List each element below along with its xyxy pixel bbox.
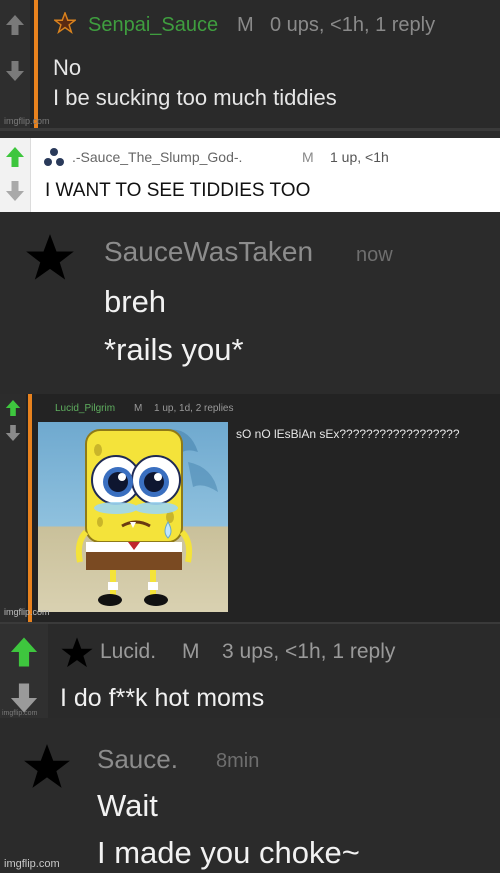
username-link[interactable]: SauceWasTaken: [104, 236, 313, 268]
upvote-button[interactable]: [8, 636, 40, 668]
gender-label: M: [134, 403, 143, 414]
downvote-button[interactable]: [3, 58, 27, 84]
comment-line-2: I be sucking too much tiddies: [53, 85, 337, 110]
accent-bar: [28, 394, 32, 622]
comment-body: Senpai_Sauce M 0 ups, <1h, 1 reply No I …: [40, 0, 500, 128]
vote-column: [0, 138, 31, 212]
comment-sauce: Sauce. 8min Wait I made you choke~ imgfl…: [0, 718, 500, 873]
comment-senpai-sauce: Senpai_Sauce M 0 ups, <1h, 1 reply No I …: [0, 0, 500, 131]
comment-time: now: [356, 244, 393, 266]
comment-line-1: I do f**k hot moms: [60, 684, 265, 712]
avatar: [44, 148, 64, 166]
upvote-arrow-icon: [5, 400, 21, 416]
comment-lucid: Lucid. M 3 ups, <1h, 1 reply I do f**k h…: [0, 622, 500, 720]
comment-line-1: sO nO lEsBiAn sEx??????????????????: [236, 427, 460, 441]
watermark: imgflip.com: [4, 116, 50, 126]
comment-lucid-pilgrim: Lucid_Pilgrim M 1 up, 1d, 2 replies sO n…: [0, 394, 500, 622]
upvote-button[interactable]: [3, 144, 27, 170]
upvote-button[interactable]: [2, 397, 24, 419]
downvote-button[interactable]: [3, 178, 27, 204]
comment-meta: 1 up, 1d, 2 replies: [154, 403, 234, 414]
star-icon: [54, 12, 76, 34]
vote-column: [0, 0, 30, 128]
comment-line-1: breh: [104, 284, 167, 319]
watermark: imgflip.com: [4, 858, 60, 870]
comment-meta: 1 up, <1h: [330, 149, 389, 165]
gender-label: M: [302, 149, 314, 165]
gender-label: M: [237, 14, 254, 36]
upvote-arrow-icon: [6, 15, 24, 35]
upvote-arrow-icon: [6, 147, 24, 167]
comment-line-1: I WANT TO SEE TIDDIES TOO: [45, 180, 311, 201]
comment-line-1: Wait: [97, 788, 158, 823]
star-icon: [26, 234, 74, 280]
downvote-arrow-icon: [5, 425, 21, 441]
downvote-arrow-icon: [6, 61, 24, 81]
username-link[interactable]: Senpai_Sauce: [88, 14, 218, 37]
star-icon: [61, 637, 93, 668]
comment-line-2: I made you choke~: [97, 835, 360, 870]
username-link[interactable]: .-Sauce_The_Slump_God-.: [72, 149, 242, 165]
username-link[interactable]: Lucid_Pilgrim: [55, 403, 115, 414]
username-link[interactable]: Sauce.: [97, 744, 178, 775]
downvote-button[interactable]: [2, 422, 24, 444]
accent-bar: [34, 0, 38, 128]
comment-meta: 0 ups, <1h, 1 reply: [270, 14, 436, 36]
comment-time: 8min: [216, 750, 260, 772]
upvote-button[interactable]: [3, 12, 27, 38]
comment-meta: 3 ups, <1h, 1 reply: [222, 640, 396, 663]
gender-label: M: [182, 640, 200, 663]
username-link[interactable]: Lucid.: [100, 640, 156, 664]
upvote-arrow-icon: [10, 637, 38, 667]
vote-column: [0, 394, 26, 622]
comment-saucewastaken: SauceWasTaken now breh *rails you*: [0, 212, 500, 390]
watermark: imgflip.com: [2, 710, 38, 717]
vote-column: [0, 624, 48, 720]
comment-line-2: *rails you*: [104, 332, 244, 367]
star-icon: [24, 744, 70, 788]
crying-spongebob-image: [38, 422, 228, 612]
comment-line-1: No: [53, 55, 82, 80]
comment-sauce-the-slump-god: .-Sauce_The_Slump_God-. M 1 up, <1h I WA…: [0, 138, 500, 212]
watermark: imgflip.com: [4, 607, 50, 617]
downvote-arrow-icon: [6, 181, 24, 201]
